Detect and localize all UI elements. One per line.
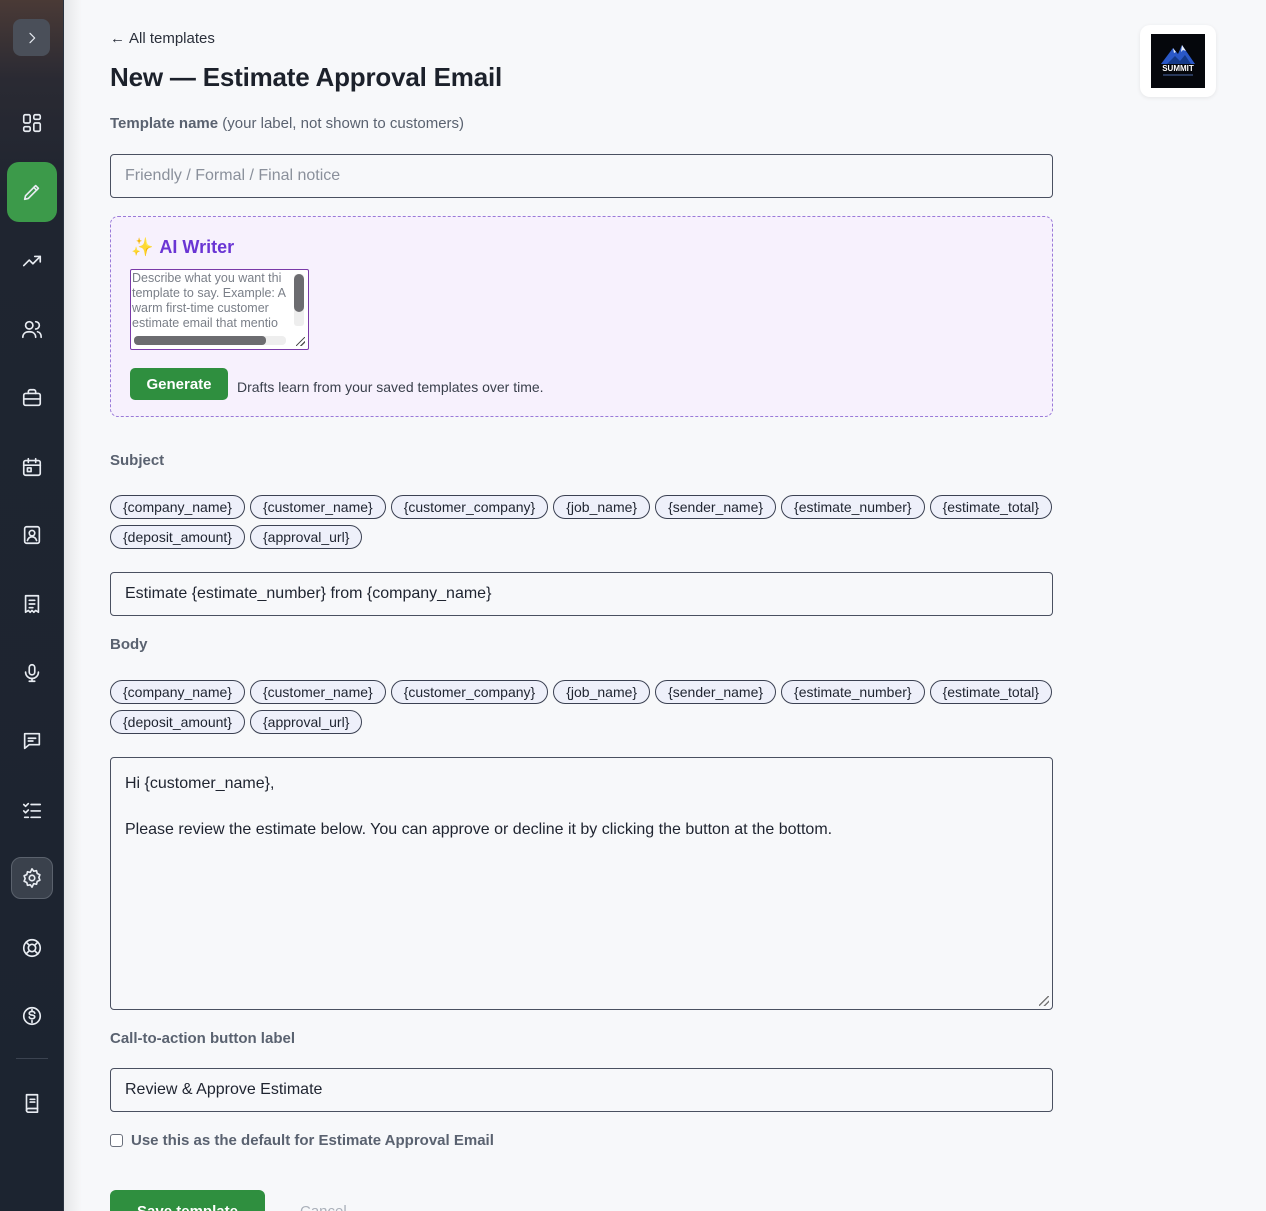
- body-variable-chips: {company_name} {customer_name} {customer…: [110, 680, 1053, 734]
- arrow-left-icon: ←: [110, 30, 125, 47]
- sidebar-item-tasks[interactable]: [11, 789, 53, 831]
- company-logo-card: SUMMIT: [1140, 25, 1216, 97]
- message-icon: [23, 732, 41, 750]
- sparkles-icon: ✨: [131, 237, 154, 257]
- page-title: New — Estimate Approval Email: [110, 62, 503, 92]
- ai-writer-help-text: Drafts learn from your saved templates o…: [237, 379, 544, 395]
- expand-sidebar-button[interactable]: [13, 19, 50, 56]
- summit-logo: SUMMIT: [1151, 34, 1205, 88]
- back-to-templates-link[interactable]: ← All templates: [110, 30, 215, 47]
- variable-chip[interactable]: {customer_name}: [249, 680, 386, 704]
- sidebar-item-customers[interactable]: [11, 308, 53, 350]
- briefcase-icon: [22, 388, 42, 407]
- variable-chip[interactable]: {company_name}: [110, 680, 245, 704]
- template-name-label-text: Template name: [110, 115, 219, 132]
- book-icon: [25, 1093, 39, 1113]
- variable-chip[interactable]: {estimate_number}: [781, 495, 925, 519]
- pencil-icon: [23, 184, 40, 201]
- ai-writer-panel: ✨ AI Writer Describe what you want thi t…: [110, 216, 1053, 417]
- template-name-input[interactable]: Friendly / Formal / Final notice: [110, 154, 1053, 198]
- generate-button[interactable]: Generate: [130, 368, 228, 400]
- sidebar-item-calendar[interactable]: [11, 446, 53, 488]
- dollar-icon: [22, 1006, 42, 1026]
- ai-prompt-vertical-scrollbar[interactable]: [294, 274, 304, 326]
- body-textarea[interactable]: Hi {customer_name}, Please review the es…: [110, 757, 1053, 1010]
- variable-chip[interactable]: {estimate_total}: [929, 680, 1053, 704]
- variable-chip[interactable]: {sender_name}: [655, 495, 777, 519]
- sidebar-item-docs[interactable]: [11, 1082, 53, 1124]
- lifebuoy-icon: [22, 938, 42, 958]
- microphone-icon: [24, 663, 40, 683]
- checklist-icon: [22, 802, 42, 819]
- users-icon: [22, 320, 42, 339]
- sidebar: [0, 0, 64, 1211]
- sidebar-divider: [16, 1058, 48, 1059]
- sidebar-item-support[interactable]: [11, 927, 53, 969]
- ai-prompt-textarea[interactable]: Describe what you want thi template to s…: [130, 269, 309, 350]
- dashboard-icon: [22, 113, 42, 133]
- sidebar-item-dashboard[interactable]: [11, 102, 53, 144]
- sidebar-shadow: [64, 0, 82, 1211]
- variable-chip[interactable]: {estimate_total}: [929, 495, 1053, 519]
- calendar-icon: [22, 457, 42, 477]
- default-checkbox[interactable]: [110, 1134, 123, 1147]
- body-line: Hi {customer_name},: [125, 775, 275, 792]
- contact-card-icon: [23, 525, 41, 545]
- subject-label: Subject: [110, 452, 165, 469]
- subject-value: Estimate {estimate_number} from {company…: [125, 585, 492, 602]
- receipt-icon: [24, 594, 40, 614]
- variable-chip[interactable]: {customer_company}: [390, 495, 549, 519]
- default-checkbox-label: Use this as the default for Estimate App…: [131, 1132, 494, 1149]
- sidebar-item-contacts[interactable]: [11, 514, 53, 556]
- sidebar-item-templates[interactable]: [7, 162, 57, 222]
- variable-chip[interactable]: {approval_url}: [249, 525, 363, 549]
- variable-chip[interactable]: {customer_company}: [390, 680, 549, 704]
- variable-chip[interactable]: {deposit_amount}: [110, 525, 245, 549]
- cta-input[interactable]: Review & Approve Estimate: [110, 1068, 1053, 1112]
- ai-prompt-horizontal-scrollbar[interactable]: [134, 336, 286, 345]
- sidebar-item-messages[interactable]: [11, 720, 53, 762]
- gear-icon: [23, 868, 41, 888]
- sidebar-item-reports[interactable]: [11, 240, 53, 282]
- template-name-note: (your label, not shown to customers): [222, 115, 465, 132]
- variable-chip[interactable]: {approval_url}: [249, 710, 363, 734]
- back-link-label: All templates: [129, 30, 215, 47]
- cta-label: Call-to-action button label: [110, 1030, 295, 1047]
- default-template-option[interactable]: Use this as the default for Estimate App…: [110, 1132, 494, 1149]
- resize-handle-icon[interactable]: [1039, 996, 1049, 1006]
- body-line: Please review the estimate below. You ca…: [125, 821, 833, 838]
- sidebar-item-billing[interactable]: [11, 995, 53, 1037]
- sidebar-item-settings[interactable]: [11, 857, 53, 899]
- ai-writer-title: ✨ AI Writer: [131, 237, 234, 258]
- save-template-button[interactable]: Save template: [110, 1190, 265, 1211]
- cta-value: Review & Approve Estimate: [125, 1081, 323, 1098]
- ai-writer-title-text: AI Writer: [159, 237, 235, 257]
- cancel-button[interactable]: Cancel: [300, 1203, 347, 1211]
- resize-handle-icon[interactable]: [296, 337, 305, 346]
- chevron-right-icon: [28, 32, 35, 43]
- variable-chip[interactable]: {deposit_amount}: [110, 710, 245, 734]
- variable-chip[interactable]: {job_name}: [553, 495, 651, 519]
- trending-up-icon: [22, 255, 42, 267]
- body-label: Body: [110, 636, 148, 653]
- body-line: [125, 795, 1038, 818]
- ai-prompt-placeholder: Describe what you want thi template to s…: [132, 271, 287, 330]
- sidebar-item-invoices[interactable]: [11, 583, 53, 625]
- template-name-placeholder: Friendly / Formal / Final notice: [125, 167, 341, 184]
- sidebar-item-jobs[interactable]: [11, 377, 53, 419]
- variable-chip[interactable]: {estimate_number}: [781, 680, 925, 704]
- variable-chip[interactable]: {customer_name}: [249, 495, 386, 519]
- logo-text: SUMMIT: [1162, 64, 1194, 73]
- variable-chip[interactable]: {company_name}: [110, 495, 245, 519]
- subject-variable-chips: {company_name} {customer_name} {customer…: [110, 495, 1053, 549]
- subject-input[interactable]: Estimate {estimate_number} from {company…: [110, 572, 1053, 616]
- variable-chip[interactable]: {job_name}: [553, 680, 651, 704]
- mountain-logo-icon: SUMMIT: [1161, 45, 1195, 76]
- template-name-label: Template name (your label, not shown to …: [110, 115, 464, 132]
- sidebar-item-voice[interactable]: [11, 652, 53, 694]
- variable-chip[interactable]: {sender_name}: [655, 680, 777, 704]
